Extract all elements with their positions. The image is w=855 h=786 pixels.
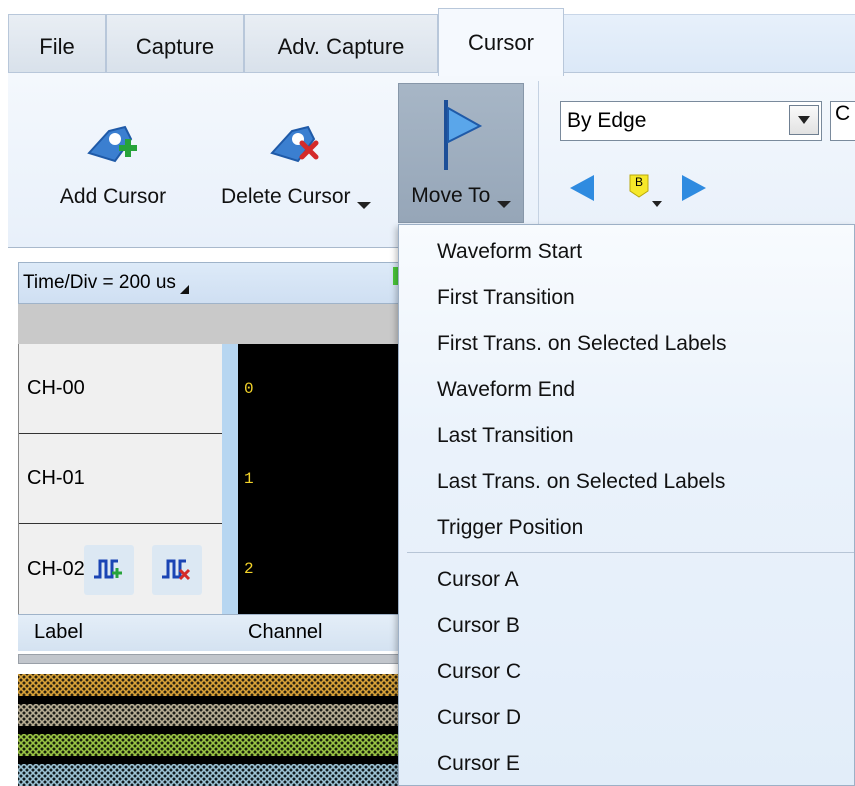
channel-number: 2 [244, 560, 254, 578]
menu-item-cursor-c[interactable]: Cursor C [437, 652, 521, 692]
channel-label: CH-01 [27, 467, 85, 489]
ribbon-panel: Add Cursor Delete Cursor Move To By Edge… [8, 72, 855, 248]
channel-label: CH-02 [27, 557, 85, 580]
secondary-select[interactable]: C [830, 101, 855, 141]
tab-capture[interactable]: Capture [106, 14, 244, 78]
channel-number-column: 0 1 2 [238, 344, 400, 614]
chevron-down-icon [496, 201, 511, 208]
add-signal-icon [94, 559, 122, 579]
channel-number: 0 [244, 380, 254, 398]
edge-mode-select[interactable]: By Edge [560, 101, 822, 141]
horizontal-scrollbar[interactable] [18, 654, 400, 664]
move-to-button[interactable]: Move To [398, 83, 524, 223]
edge-mode-value: By Edge [567, 109, 647, 132]
footer-channel-heading[interactable]: Channel [248, 621, 323, 644]
move-to-label: Move To [411, 184, 491, 207]
resize-corner-icon [179, 285, 189, 294]
chevron-down-icon[interactable] [789, 105, 819, 135]
channel-column-edge [222, 344, 238, 614]
add-cursor-icon [87, 125, 137, 163]
secondary-select-value: C [835, 102, 851, 125]
cursor-marker-letter: B [635, 175, 644, 189]
menu-item-first-transition[interactable]: First Transition [437, 278, 575, 318]
waveform-panel: Time/Div = 200 us CH-00 CH-01 CH-02 0 1 … [8, 262, 401, 786]
delete-cursor-icon [270, 125, 319, 163]
arrow-right-icon[interactable] [680, 173, 708, 203]
tab-cursor[interactable]: Cursor [438, 8, 564, 76]
chevron-down-icon [357, 202, 371, 209]
menu-item-trigger-position[interactable]: Trigger Position [437, 508, 583, 548]
menu-item-cursor-a[interactable]: Cursor A [437, 560, 519, 600]
menu-item-cursor-e[interactable]: Cursor E [437, 744, 520, 784]
waveform-gap [18, 756, 400, 764]
time-div-control[interactable]: Time/Div = 200 us [18, 262, 401, 304]
footer-label-heading[interactable]: Label [34, 621, 83, 644]
tab-file[interactable]: File [8, 14, 106, 78]
menu-item-cursor-d[interactable]: Cursor D [437, 698, 521, 738]
waveform-gap [18, 726, 400, 734]
menu-item-last-transition[interactable]: Last Transition [437, 416, 574, 456]
menu-separator [407, 552, 854, 553]
add-cursor-button[interactable]: Add Cursor [38, 83, 188, 223]
channel-label: CH-00 [27, 377, 85, 399]
header-band [18, 304, 400, 344]
menu-item-last-trans-selected-labels[interactable]: Last Trans. on Selected Labels [437, 462, 725, 502]
ribbon-group-divider [538, 81, 539, 231]
add-cursor-label: Add Cursor [59, 185, 167, 208]
channel-row[interactable]: CH-01 [19, 434, 223, 524]
delete-signal-icon [162, 559, 191, 581]
waveform-gap [18, 696, 400, 704]
move-to-menu: Waveform Start First Transition First Tr… [398, 224, 855, 786]
waveform-trace [18, 704, 400, 726]
arrow-left-icon[interactable] [568, 173, 596, 203]
waveform-trace [18, 764, 400, 786]
waveform-trace [18, 734, 400, 756]
menu-item-waveform-end[interactable]: Waveform End [437, 370, 575, 410]
menu-item-first-trans-selected-labels[interactable]: First Trans. on Selected Labels [437, 324, 726, 364]
delete-cursor-button[interactable]: Delete Cursor [206, 83, 386, 223]
add-label-button[interactable] [84, 545, 134, 595]
ribbon-tab-bar: File Capture Adv. Capture Cursor [8, 8, 855, 78]
channel-number: 1 [244, 470, 254, 488]
menu-item-waveform-start[interactable]: Waveform Start [437, 232, 582, 272]
cursor-marker-icon [629, 174, 662, 207]
channel-row[interactable]: CH-00 [19, 344, 223, 434]
column-footer: Label Channel [18, 614, 400, 651]
tab-adv-capture[interactable]: Adv. Capture [244, 14, 438, 78]
menu-item-cursor-b[interactable]: Cursor B [437, 606, 520, 646]
time-div-label: Time/Div = 200 us [23, 272, 176, 293]
delete-cursor-label: Delete Cursor [220, 185, 351, 208]
waveform-trace [18, 674, 400, 696]
delete-label-button[interactable] [152, 545, 202, 595]
flag-icon [444, 100, 483, 170]
cursor-b-selector[interactable]: B [626, 171, 666, 216]
